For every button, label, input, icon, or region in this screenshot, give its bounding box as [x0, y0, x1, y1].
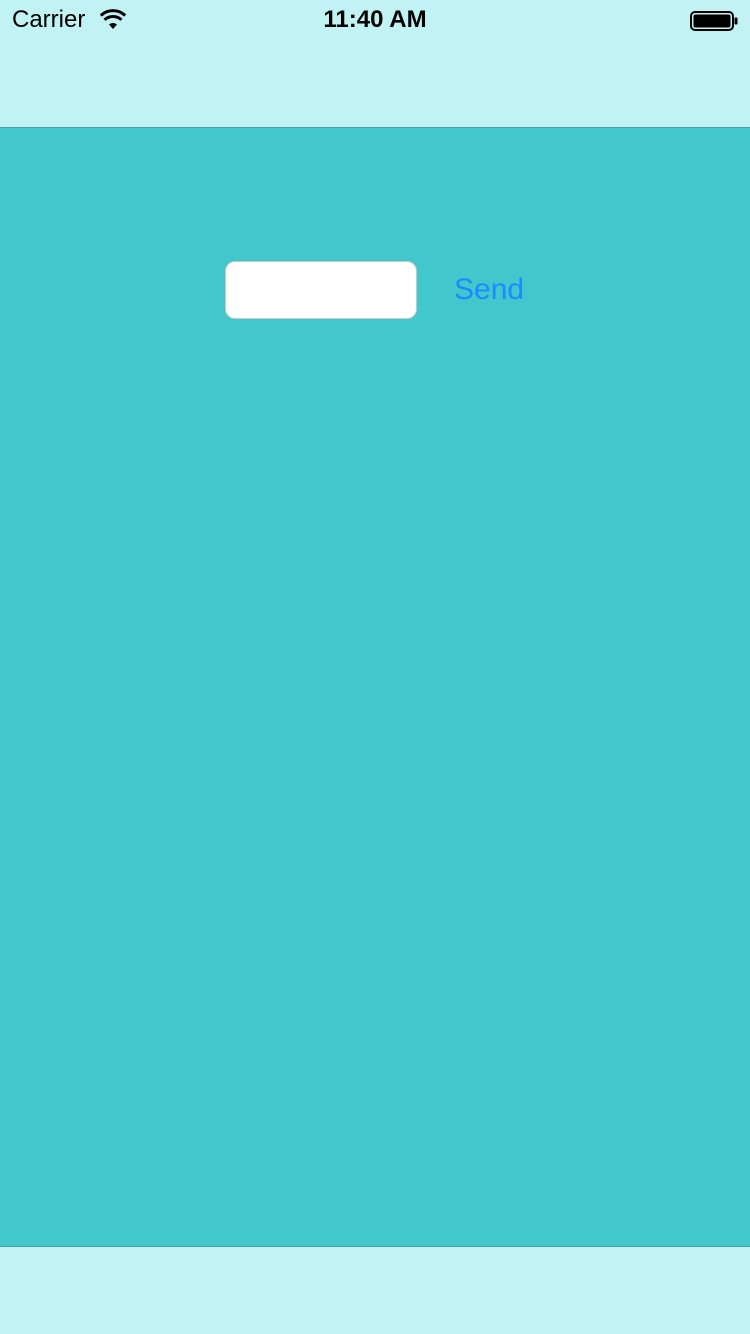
main-content: Send — [0, 128, 750, 1246]
bottom-bar — [0, 1246, 750, 1334]
battery-icon — [690, 11, 738, 31]
status-time: 11:40 AM — [323, 6, 427, 33]
navigation-bar — [0, 40, 750, 128]
send-button[interactable]: Send — [446, 266, 532, 314]
message-input[interactable] — [225, 261, 417, 319]
status-bar: Carrier 11:40 AM — [0, 0, 750, 40]
